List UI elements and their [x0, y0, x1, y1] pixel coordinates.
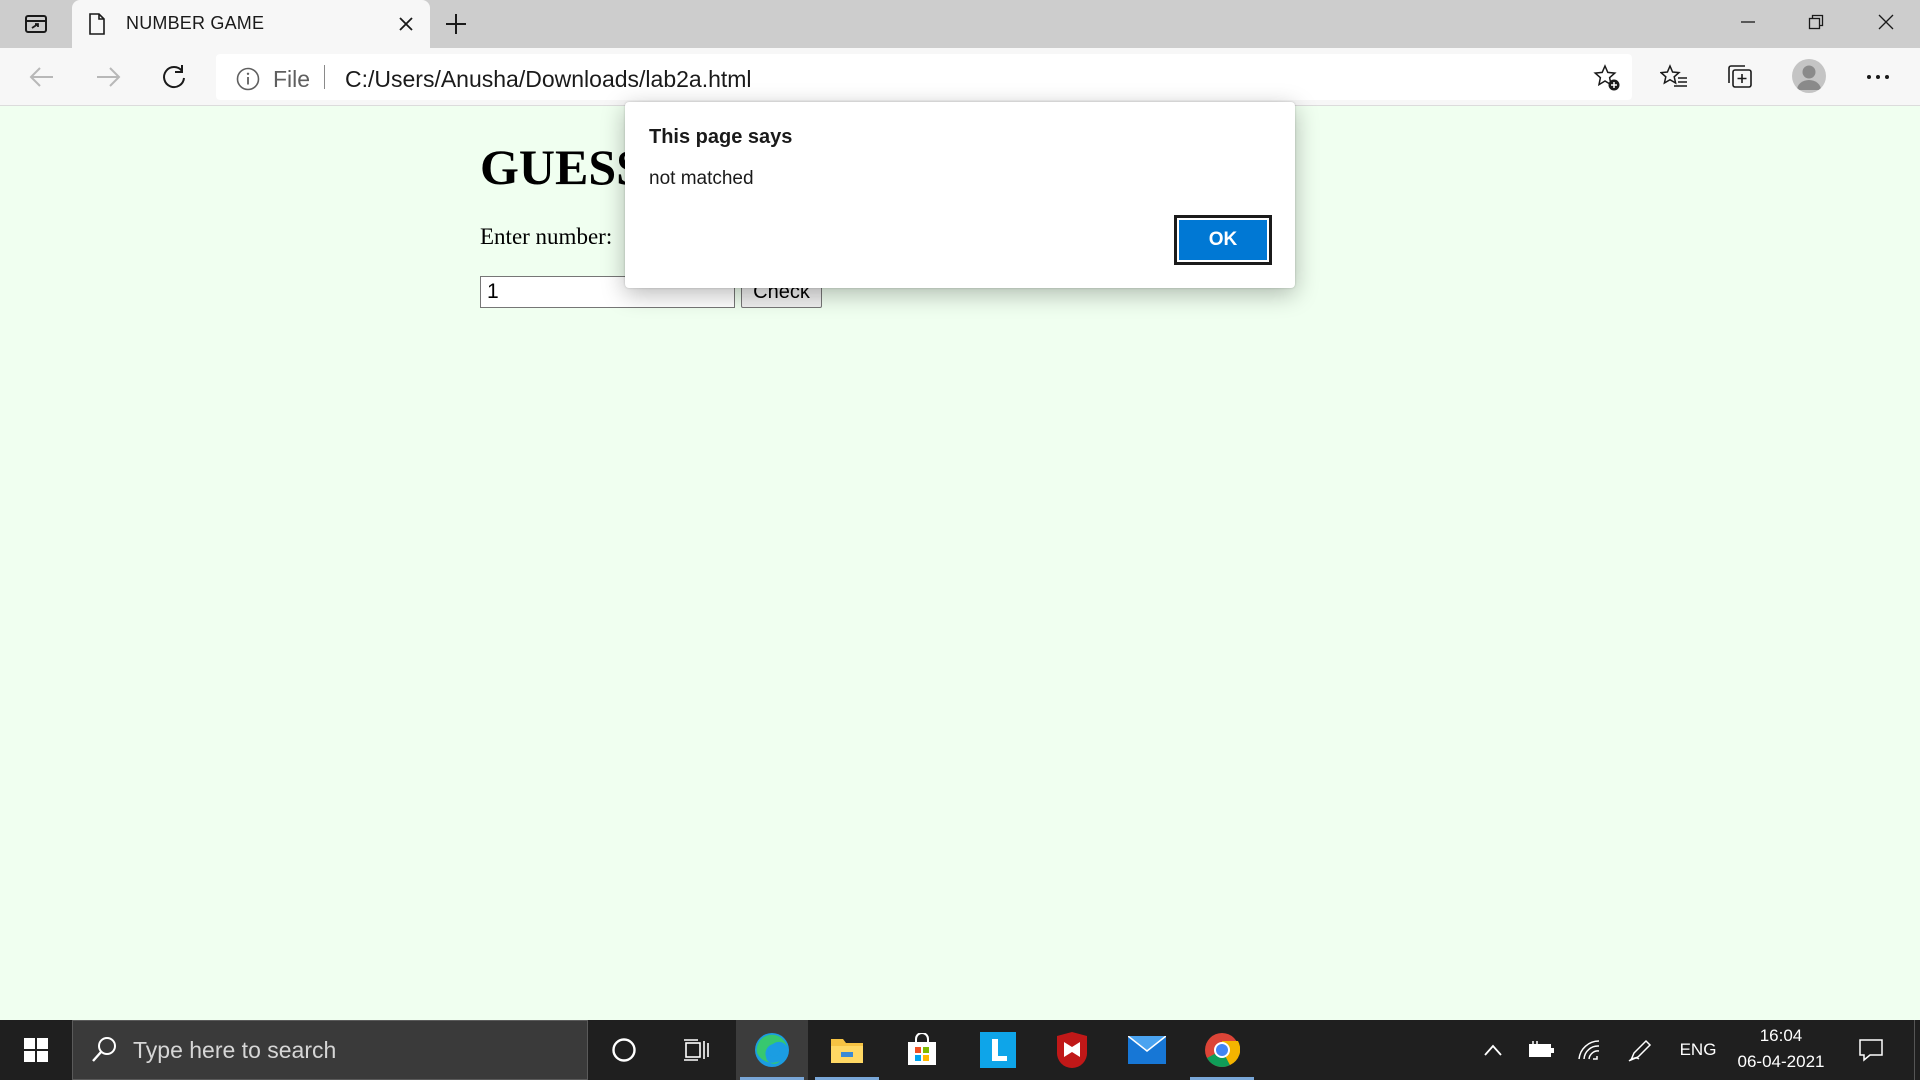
store-icon [908, 1033, 936, 1065]
clock-date: 06-04-2021 [1737, 1052, 1825, 1071]
restore-button[interactable] [1782, 0, 1850, 44]
show-desktop-button[interactable] [1914, 1020, 1920, 1080]
settings-more-button[interactable] [1858, 57, 1898, 97]
notification-icon [1859, 1039, 1883, 1062]
mail-icon [1128, 1036, 1166, 1064]
collections-button[interactable] [1720, 57, 1760, 97]
chevron-up-icon [1484, 1044, 1502, 1056]
url-text[interactable]: C:/Users/Anusha/Downloads/lab2a.html [345, 66, 752, 93]
cortana-icon [612, 1038, 636, 1062]
close-window-button[interactable] [1852, 0, 1920, 44]
refresh-button[interactable] [154, 57, 194, 97]
taskbar-mcafee[interactable] [1036, 1020, 1108, 1080]
wifi-icon [1578, 1040, 1600, 1060]
file-explorer-icon [831, 1039, 863, 1063]
tab-actions-icon [25, 15, 47, 33]
taskbar-chrome[interactable] [1186, 1020, 1258, 1080]
dialog-title: This page says [649, 126, 793, 148]
taskbar-search-box[interactable]: Type here to search [72, 1020, 588, 1080]
info-icon [236, 67, 260, 91]
back-arrow-icon [29, 67, 53, 87]
ok-button[interactable]: OK [1174, 215, 1272, 265]
star-add-icon [1593, 64, 1620, 91]
tab-strip: NUMBER GAME [0, 0, 1920, 48]
tab-number-game[interactable]: NUMBER GAME [72, 0, 430, 48]
back-button[interactable] [22, 57, 62, 97]
search-placeholder: Type here to search [133, 1037, 337, 1063]
tab-close-button[interactable] [394, 12, 418, 36]
alert-dialog: This page says not matched OK [625, 102, 1295, 288]
minimize-button[interactable] [1714, 0, 1782, 44]
windows-logo-icon [24, 1038, 48, 1062]
show-hidden-icons-button[interactable] [1476, 1020, 1510, 1080]
number-input-label: Enter number: [480, 224, 613, 249]
network-button[interactable] [1572, 1020, 1606, 1080]
battery-icon [1529, 1041, 1554, 1057]
close-icon [399, 17, 413, 31]
page-icon [89, 13, 105, 35]
refresh-icon [163, 65, 185, 89]
mcafee-icon [1056, 1032, 1088, 1068]
chrome-icon [1205, 1033, 1240, 1067]
clock-time: 16:04 [1759, 1026, 1803, 1045]
search-icon [92, 1037, 116, 1062]
restore-icon [1808, 14, 1824, 30]
cortana-button[interactable] [588, 1020, 660, 1080]
action-center-button[interactable] [1848, 1020, 1894, 1080]
clock[interactable]: 16:04 06-04-2021 [1726, 1020, 1836, 1080]
plus-icon [446, 14, 466, 34]
forward-arrow-icon [97, 67, 121, 87]
browser-toolbar: File C:/Users/Anusha/Downloads/lab2a.htm… [0, 48, 1920, 106]
new-tab-button[interactable] [440, 8, 472, 40]
page-heading: GUESS [480, 139, 644, 195]
taskbar-store[interactable] [886, 1020, 958, 1080]
address-separator [324, 65, 325, 89]
scheme-label: File [273, 66, 311, 92]
taskbar-l-app[interactable] [962, 1020, 1034, 1080]
favorites-button[interactable] [1654, 57, 1694, 97]
task-view-icon [684, 1039, 709, 1061]
add-favorite-button[interactable] [1590, 61, 1624, 95]
pen-icon [1628, 1039, 1652, 1062]
language-label: ENG [1679, 1040, 1717, 1059]
l-app-icon [980, 1032, 1016, 1068]
person-icon [1797, 65, 1821, 90]
profile-avatar[interactable] [1792, 59, 1826, 93]
dialog-message: not matched [649, 168, 754, 189]
taskbar-mail[interactable] [1111, 1020, 1183, 1080]
close-icon [1878, 14, 1894, 30]
tab-title: NUMBER GAME [126, 13, 265, 33]
start-button[interactable] [0, 1020, 72, 1080]
taskbar-file-explorer[interactable] [811, 1020, 883, 1080]
minimize-icon [1741, 21, 1755, 23]
edge-icon [755, 1033, 789, 1067]
task-view-button[interactable] [660, 1020, 732, 1080]
pen-workspace-button[interactable] [1622, 1020, 1658, 1080]
forward-button[interactable] [88, 57, 128, 97]
taskbar-edge[interactable] [736, 1020, 808, 1080]
battery-button[interactable] [1522, 1020, 1560, 1080]
tab-actions-button[interactable] [10, 8, 62, 40]
favorites-list-icon [1660, 64, 1687, 87]
collections-icon [1728, 65, 1752, 88]
address-bar[interactable]: File C:/Users/Anusha/Downloads/lab2a.htm… [216, 54, 1632, 100]
more-dots-icon [1867, 75, 1889, 79]
language-button[interactable]: ENG [1670, 1020, 1726, 1080]
taskbar: Type here to search ENG 16:04 06-04-2021 [0, 1020, 1920, 1080]
